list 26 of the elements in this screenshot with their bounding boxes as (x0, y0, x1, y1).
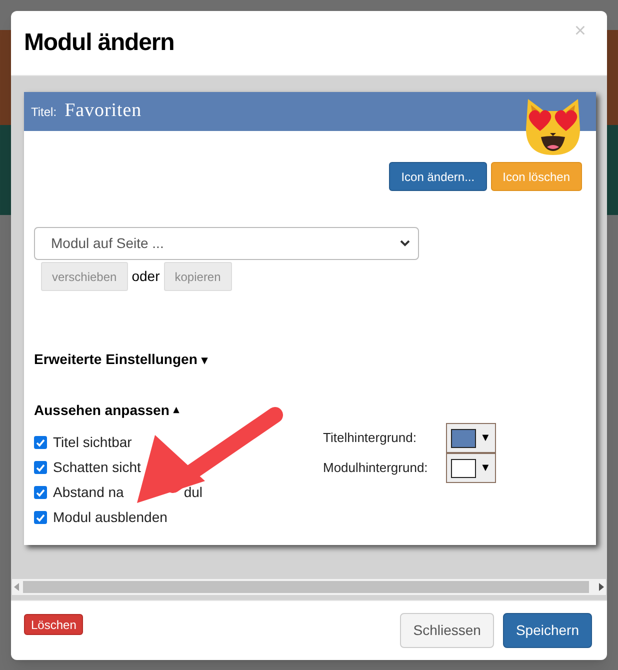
option-label: Schatten sicht (53, 458, 141, 477)
color-picker[interactable]: ▼ (446, 423, 496, 453)
page-select[interactable]: Modul auf Seite ... (34, 227, 419, 260)
horizontal-scrollbar[interactable] (12, 579, 606, 595)
footer-button[interactable]: Schliessen (400, 613, 494, 648)
option-label: Titel sichtbar (53, 433, 132, 452)
delete-button[interactable]: Löschen (24, 614, 84, 635)
checkbox[interactable] (34, 461, 47, 474)
option-label: dul (184, 483, 203, 502)
chevron-down-icon (400, 240, 410, 247)
option-label: Abstand na (53, 483, 124, 502)
module-title: Favoriten (64, 99, 142, 124)
color-label: Titelhintergrund: (323, 429, 418, 448)
checkbox[interactable] (34, 436, 47, 449)
section-toggle[interactable]: Aussehen anpassen ▴ (34, 400, 180, 421)
footer-button[interactable]: Speichern (502, 613, 592, 648)
option-label: Modul ausblenden (53, 508, 168, 527)
section-toggle[interactable]: Erweiterte Einstellungen ▾ (34, 349, 208, 370)
color-picker[interactable]: ▼ (446, 453, 496, 483)
title-label: Titel: (31, 104, 57, 120)
checkbox[interactable] (34, 486, 47, 499)
or-text: oder (132, 267, 160, 286)
modal-title: Modul ändern (24, 28, 174, 58)
checkbox[interactable] (34, 511, 47, 524)
color-label: Modulhintergrund: (323, 459, 429, 478)
icon-button[interactable]: Icon ändern... (389, 162, 487, 191)
